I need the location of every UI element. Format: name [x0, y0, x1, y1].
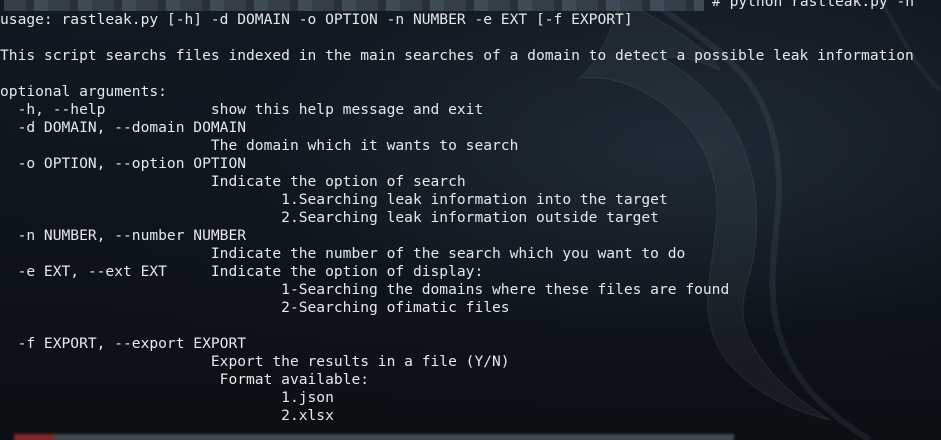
usage-line: usage: rastleak.py [-h] -d DOMAIN -o OPT…: [0, 11, 633, 28]
help-argument: -h, --help show this help message and ex…: [0, 101, 484, 118]
option-argument: -o OPTION, --option OPTION: [0, 155, 247, 172]
format-header: Format available:: [0, 371, 370, 388]
terminal-output: # python rastleak.py -h usage: rastleak.…: [0, 0, 914, 425]
format-choice-2: 2.xlsx: [0, 407, 334, 424]
domain-description: The domain which it wants to search: [0, 137, 519, 154]
number-argument: -n NUMBER, --number NUMBER: [0, 227, 247, 244]
ext-choice-1: 1-Searching the domains where these file…: [0, 281, 730, 298]
terminal-window[interactable]: # python rastleak.py -h usage: rastleak.…: [0, 0, 941, 440]
ext-choice-2: 2-Searching ofimatic files: [0, 299, 510, 316]
option-choice-2: 2.Searching leak information outside tar…: [0, 209, 659, 226]
option-description: Indicate the option of search: [0, 173, 466, 190]
format-choice-1: 1.json: [0, 389, 334, 406]
option-choice-1: 1.Searching leak information into the ta…: [0, 191, 668, 208]
redacted-prompt: [4, 0, 704, 11]
section-header: optional arguments:: [0, 83, 167, 100]
prompt-line: # python rastleak.py -h: [0, 0, 914, 11]
description-line: This script searchs files indexed in the…: [0, 47, 914, 64]
prompt-command: # python rastleak.py -h: [712, 0, 915, 10]
export-description: Export the results in a file (Y/N): [0, 353, 510, 370]
number-description: Indicate the number of the search which …: [0, 245, 686, 262]
export-argument: -f EXPORT, --export EXPORT: [0, 335, 247, 352]
domain-argument: -d DOMAIN, --domain DOMAIN: [0, 119, 247, 136]
cut-off-line: [14, 434, 734, 440]
ext-argument: -e EXT, --ext EXT Indicate the option of…: [0, 263, 484, 280]
